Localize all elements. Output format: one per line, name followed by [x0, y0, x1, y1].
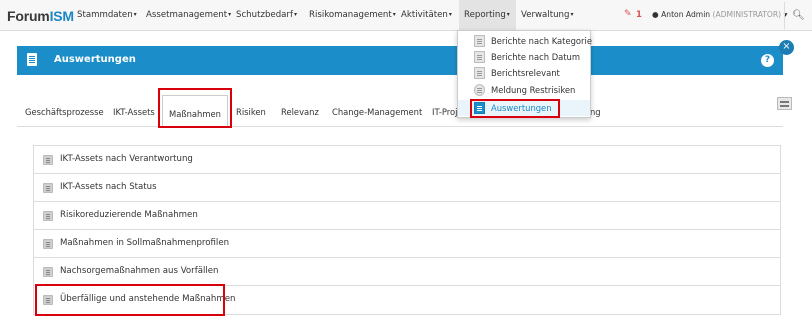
report-icon	[474, 67, 485, 79]
list-item[interactable]: Risikoreduzierende Maßnahmen	[34, 202, 780, 230]
nav-aktivitaeten[interactable]: Aktivitäten▾	[401, 0, 452, 30]
search-button[interactable]: 🔍︎	[784, 2, 812, 29]
search-icon: 🔍︎	[792, 10, 805, 21]
report-icon	[43, 239, 53, 249]
report-icon	[474, 35, 485, 47]
report-icon	[43, 211, 53, 221]
tab-truncated[interactable]: ng	[590, 107, 601, 117]
panel-header: Auswertungen ?	[17, 46, 783, 75]
chevron-down-icon: ▾	[293, 11, 297, 18]
user-menu[interactable]: ● Anton Admin (ADMINISTRATOR) ▾	[652, 10, 787, 19]
layout-toggle-icon[interactable]	[777, 97, 792, 110]
top-navbar: ForumISM Stammdaten▾ Assetmanagement▾ Sc…	[0, 0, 812, 31]
chevron-down-icon: ▾	[506, 11, 510, 18]
list-item[interactable]: IKT-Assets nach Status	[34, 174, 780, 202]
tab-change-management[interactable]: Change-Management	[332, 107, 422, 117]
chevron-down-icon: ▾	[392, 11, 396, 18]
tab-ikt-assets[interactable]: IKT-Assets	[113, 107, 155, 117]
page-title: Auswertungen	[54, 54, 136, 65]
report-icon	[43, 183, 53, 193]
menu-item-meldung-restrisiken[interactable]: Meldung Restrisiken	[458, 82, 590, 98]
list-item[interactable]: IKT-Assets nach Verantwortung	[34, 146, 780, 174]
nav-assetmanagement[interactable]: Assetmanagement▾	[146, 0, 231, 30]
notification-count: 1	[636, 10, 642, 20]
menu-item-berichte-nach-kategorie[interactable]: Berichte nach Kategorie	[458, 33, 592, 49]
highlight-ueberfaellige	[35, 284, 225, 316]
chevron-down-icon: ▾	[133, 11, 137, 18]
nav-schutzbedarf[interactable]: Schutzbedarf▾	[236, 0, 297, 30]
pencil-icon[interactable]: ✎	[624, 9, 632, 19]
user-icon: ●	[652, 10, 659, 19]
highlight-auswertungen	[470, 99, 560, 118]
tab-divider	[17, 126, 783, 127]
nav-stammdaten[interactable]: Stammdaten▾	[77, 0, 137, 30]
chevron-down-icon: ▾	[228, 11, 232, 18]
menu-item-berichte-nach-datum[interactable]: Berichte nach Datum	[458, 49, 590, 65]
chevron-down-icon: ▾	[448, 11, 452, 18]
nav-reporting[interactable]: Reporting▾	[459, 0, 516, 30]
list-item[interactable]: Nachsorgemaßnahmen aus Vorfällen	[34, 258, 780, 286]
nav-verwaltung[interactable]: Verwaltung▾	[521, 0, 573, 30]
document-icon	[27, 53, 37, 66]
report-icon	[43, 267, 53, 277]
user-role: (ADMINISTRATOR)	[712, 10, 782, 19]
nav-risikomanagement[interactable]: Risikomanagement▾	[309, 0, 396, 30]
menu-item-berichtsrelevant[interactable]: Berichtsrelevant	[458, 65, 590, 81]
tab-risiken[interactable]: Risiken	[236, 107, 266, 117]
tab-geschaeftsprozesse[interactable]: Geschäftsprozesse	[25, 107, 104, 117]
close-icon[interactable]: ×	[779, 40, 794, 55]
user-name: Anton Admin	[661, 10, 711, 19]
list-item[interactable]: Maßnahmen in Sollmaßnahmenprofilen	[34, 230, 780, 258]
highlight-tab-massnahmen	[158, 88, 232, 128]
report-icon	[474, 51, 485, 63]
eye-icon	[474, 84, 485, 96]
tab-it-projekte[interactable]: IT-Proj	[432, 107, 457, 117]
chevron-down-icon: ▾	[570, 11, 574, 18]
tab-relevanz[interactable]: Relevanz	[281, 107, 319, 117]
report-icon	[43, 155, 53, 165]
app-logo[interactable]: ForumISM	[7, 8, 74, 24]
help-icon[interactable]: ?	[761, 54, 774, 67]
